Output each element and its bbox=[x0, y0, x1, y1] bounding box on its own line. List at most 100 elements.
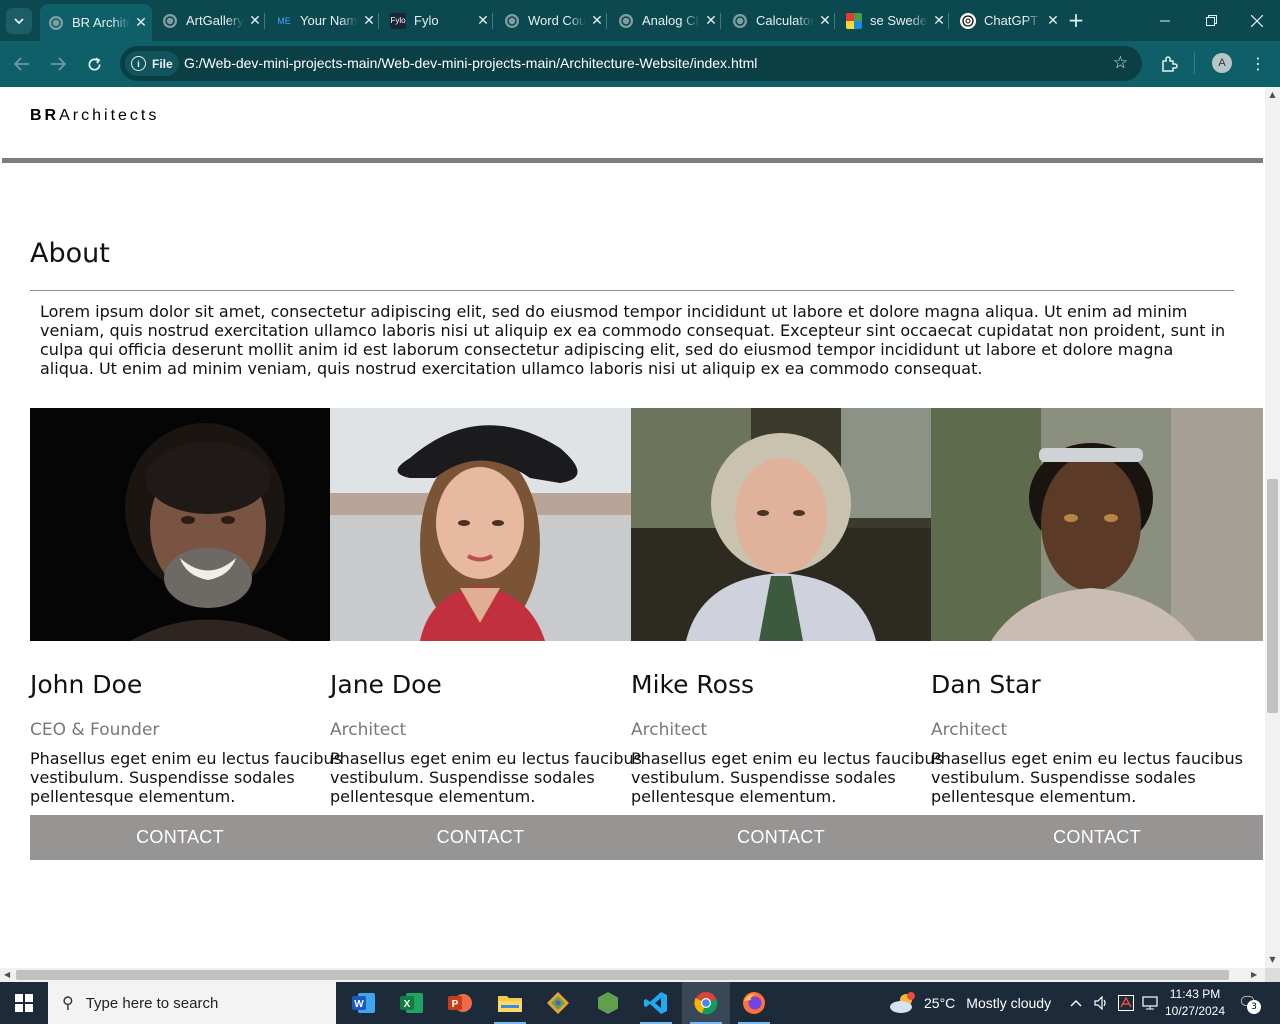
clock-date: 10/27/2024 bbox=[1164, 1004, 1226, 1018]
tab-br-architects[interactable]: BR Architects ✕ bbox=[40, 4, 152, 41]
tab-title: Your Name bbox=[300, 13, 358, 28]
taskbar-app-excel[interactable]: X bbox=[388, 982, 436, 1024]
tab-title: Calculator bbox=[756, 13, 814, 28]
team-photo-jane bbox=[330, 408, 631, 641]
tab-analog-clock[interactable]: Analog Clock ✕ bbox=[610, 6, 722, 35]
arrow-left-icon bbox=[14, 57, 29, 71]
more-vertical-icon: ⋮ bbox=[1250, 53, 1266, 73]
close-icon[interactable]: ✕ bbox=[586, 12, 608, 29]
taskbar-search-box[interactable]: ⚲ Type here to search bbox=[48, 982, 336, 1024]
tab-title: se Sweden bbox=[870, 13, 928, 28]
start-button[interactable] bbox=[0, 982, 48, 1024]
close-icon[interactable]: ✕ bbox=[472, 12, 494, 29]
taskbar-app-chrome[interactable] bbox=[682, 982, 730, 1024]
tab-fylo[interactable]: Fylo Fylo ✕ bbox=[382, 6, 494, 35]
tray-network[interactable] bbox=[1142, 982, 1158, 1024]
chevron-down-icon bbox=[14, 18, 24, 24]
taskbar-app-powerpoint[interactable]: P bbox=[436, 982, 484, 1024]
chevron-up-icon bbox=[1070, 1000, 1082, 1007]
globe-icon bbox=[48, 15, 64, 31]
tab-sweden[interactable]: se Sweden ✕ bbox=[838, 6, 950, 35]
scroll-left-arrow-icon[interactable]: ◀ bbox=[4, 970, 10, 979]
site-info-chip[interactable]: i File bbox=[125, 51, 179, 76]
brand-logo[interactable]: BRArchitects bbox=[30, 107, 159, 125]
arrow-right-icon bbox=[51, 57, 66, 71]
taskbar-app-firefox[interactable] bbox=[730, 982, 778, 1024]
tab-chatgpt[interactable]: ChatGPT ✕ bbox=[952, 6, 1064, 35]
taskbar-app-file-explorer[interactable] bbox=[486, 982, 534, 1024]
close-icon[interactable]: ✕ bbox=[928, 12, 950, 29]
notification-center-button[interactable]: 🗨 3 bbox=[1238, 993, 1261, 1014]
bookmark-star-icon[interactable]: ☆ bbox=[1113, 53, 1128, 73]
close-icon[interactable]: ✕ bbox=[700, 12, 722, 29]
word-icon: W bbox=[352, 993, 375, 1013]
taskbar-clock[interactable]: 11:43 PM 10/27/2024 bbox=[1160, 986, 1230, 1020]
new-tab-button[interactable]: + bbox=[1064, 8, 1088, 32]
taskbar-app-word[interactable]: W bbox=[340, 982, 388, 1024]
back-button[interactable] bbox=[8, 50, 36, 78]
chrome-icon bbox=[694, 992, 718, 1015]
taskbar-app-nodejs[interactable] bbox=[584, 982, 632, 1024]
contact-button[interactable]: CONTACT bbox=[931, 815, 1263, 860]
horizontal-scroll-thumb[interactable] bbox=[16, 970, 1229, 980]
taskbar-app-vscode[interactable] bbox=[632, 982, 680, 1024]
git-diamond-icon bbox=[547, 992, 569, 1014]
weather-temperature: 25°C bbox=[924, 995, 956, 1011]
tray-acrobat[interactable] bbox=[1118, 982, 1134, 1024]
tray-show-hidden-icons[interactable] bbox=[1070, 982, 1082, 1024]
tray-volume[interactable] bbox=[1094, 982, 1110, 1024]
clock-time: 11:43 PM bbox=[1169, 987, 1221, 1001]
weather-widget[interactable]: 25°C Mostly cloudy bbox=[888, 982, 1051, 1024]
close-icon bbox=[1251, 14, 1263, 27]
network-icon bbox=[1142, 996, 1158, 1010]
notification-count-badge: 3 bbox=[1247, 1000, 1261, 1014]
minimize-button[interactable] bbox=[1142, 0, 1188, 41]
url-text[interactable]: G:/Web-dev-mini-projects-main/Web-dev-mi… bbox=[184, 55, 757, 71]
restore-button[interactable] bbox=[1188, 0, 1234, 41]
contact-button[interactable]: CONTACT bbox=[330, 815, 631, 860]
globe-icon bbox=[732, 13, 748, 29]
team-photo-john bbox=[30, 408, 330, 641]
team-card: Mike Ross Architect Phasellus eget enim … bbox=[631, 408, 943, 861]
windows-logo-icon bbox=[15, 994, 33, 1012]
tab-calculator[interactable]: Calculator ✕ bbox=[724, 6, 836, 35]
scroll-down-arrow-icon[interactable]: ▼ bbox=[1268, 955, 1277, 964]
contact-button[interactable]: CONTACT bbox=[631, 815, 931, 860]
close-icon[interactable]: ✕ bbox=[814, 12, 836, 29]
tab-artgallery[interactable]: ArtGallery ✕ bbox=[154, 6, 266, 35]
me-logo-icon: ME bbox=[277, 15, 291, 26]
contact-button[interactable]: CONTACT bbox=[30, 815, 330, 860]
profile-avatar[interactable]: A bbox=[1212, 53, 1232, 73]
forward-button[interactable] bbox=[44, 50, 72, 78]
taskbar-app-git[interactable] bbox=[534, 982, 582, 1024]
member-role: Architect bbox=[931, 720, 1008, 740]
tab-word-counter[interactable]: Word Counter ✕ bbox=[496, 6, 608, 35]
vertical-scrollbar[interactable]: ▲ ▼ bbox=[1265, 87, 1280, 968]
tab-separator bbox=[606, 13, 607, 29]
globe-icon bbox=[504, 13, 520, 29]
vertical-scroll-thumb[interactable] bbox=[1267, 479, 1278, 713]
folder-icon bbox=[498, 996, 522, 1012]
close-icon[interactable]: ✕ bbox=[358, 12, 380, 29]
tab-your-name[interactable]: ME Your Name ✕ bbox=[268, 6, 380, 35]
address-bar[interactable]: i File G:/Web-dev-mini-projects-main/Web… bbox=[120, 46, 1142, 81]
tab-search-button[interactable] bbox=[6, 8, 32, 34]
close-icon[interactable]: ✕ bbox=[244, 12, 266, 29]
brand-rest: Architects bbox=[59, 107, 160, 124]
close-icon[interactable]: ✕ bbox=[1042, 12, 1064, 29]
extensions-button[interactable] bbox=[1156, 50, 1182, 78]
reload-button[interactable] bbox=[80, 50, 108, 78]
browser-menu-button[interactable]: ⋮ bbox=[1246, 50, 1270, 76]
close-window-button[interactable] bbox=[1234, 0, 1280, 41]
scroll-up-arrow-icon[interactable]: ▲ bbox=[1268, 90, 1277, 99]
member-description: Phasellus eget enim eu lectus faucibus v… bbox=[30, 749, 342, 806]
member-description: Phasellus eget enim eu lectus faucibus v… bbox=[931, 749, 1243, 806]
fylo-logo-icon: Fylo bbox=[390, 12, 406, 29]
close-icon[interactable]: ✕ bbox=[130, 14, 152, 31]
tab-title: ArtGallery bbox=[186, 13, 244, 28]
horizontal-scrollbar[interactable]: ◀ ▶ bbox=[0, 968, 1265, 982]
member-role: Architect bbox=[631, 720, 708, 740]
scrollbar-corner bbox=[1265, 968, 1280, 982]
scroll-right-arrow-icon[interactable]: ▶ bbox=[1251, 970, 1257, 979]
tab-separator bbox=[834, 13, 835, 29]
